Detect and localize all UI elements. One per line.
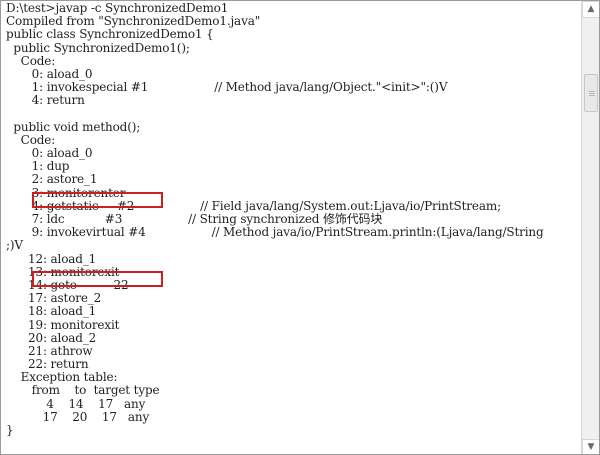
console-line: 20: aload_2: [6, 330, 97, 345]
console-line: 18: aload_1: [6, 304, 97, 319]
scrollbar-thumb[interactable]: [584, 74, 598, 112]
console-line: 0: aload_0: [6, 146, 93, 161]
console-output: D:\test>javap -c SynchronizedDemo1 Compi…: [1, 1, 581, 454]
console-line: public void method();: [6, 119, 141, 134]
console-line: from to target type: [6, 383, 160, 398]
terminal-window: D:\test>javap -c SynchronizedDemo1 Compi…: [0, 0, 600, 455]
chevron-up-icon: ▲: [587, 4, 595, 14]
console-line: 12: aload_1: [6, 251, 97, 266]
console-line: 9: invokevirtual #4 // Method java/io/Pr…: [6, 225, 544, 240]
console-line: }: [6, 423, 14, 437]
console-line: 21: athrow: [6, 343, 93, 358]
console-line: public SynchronizedDemo1();: [6, 40, 190, 55]
console-line: Code:: [6, 132, 56, 147]
console-line: 19: monitorexit: [6, 317, 120, 332]
console-line: ;)V: [6, 238, 23, 253]
scroll-down-button[interactable]: ▼: [582, 439, 599, 454]
scrollbar-grip-icon: [589, 91, 595, 92]
vertical-scrollbar[interactable]: ▲ ▼: [581, 1, 599, 454]
console-line: 13: monitorexit: [6, 264, 120, 279]
scroll-up-button[interactable]: ▲: [582, 1, 599, 18]
console-line: 4 14 17 any: [6, 396, 146, 411]
console-line: public class SynchronizedDemo1 {: [6, 27, 214, 42]
console-line: Code:: [6, 53, 56, 68]
console-line: 17 20 17 any: [6, 409, 150, 424]
console-line: 4: return: [6, 93, 85, 108]
console-line: 2: astore_1: [6, 172, 98, 187]
chevron-down-icon: ▼: [587, 442, 595, 452]
console-line: 1: invokespecial #1 // Method java/lang/…: [6, 80, 448, 95]
console-line: 3: monitorenter: [6, 185, 126, 200]
